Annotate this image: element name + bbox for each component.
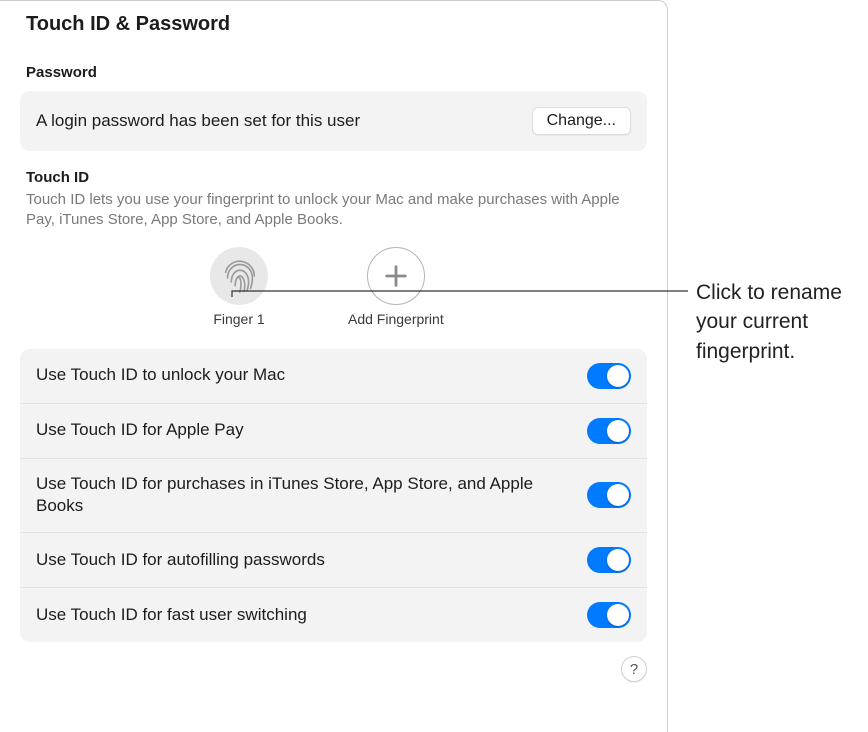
- toggle-unlock-mac[interactable]: [587, 363, 631, 389]
- add-fingerprint-label: Add Fingerprint: [348, 311, 444, 327]
- toggle-label: Use Touch ID to unlock your Mac: [36, 364, 301, 387]
- toggle-apple-pay[interactable]: [587, 418, 631, 444]
- password-section-label: Password: [20, 64, 647, 81]
- toggle-label: Use Touch ID for autofilling passwords: [36, 549, 341, 572]
- plus-icon: [367, 247, 425, 305]
- toggle-label: Use Touch ID for Apple Pay: [36, 419, 260, 442]
- finger1-label: Finger 1: [213, 311, 264, 327]
- toggle-label: Use Touch ID for fast user switching: [36, 604, 323, 627]
- toggle-row-purchases: Use Touch ID for purchases in iTunes Sto…: [20, 459, 647, 534]
- toggle-row-fast-user-switching: Use Touch ID for fast user switching: [20, 588, 647, 642]
- touchid-section-title: Touch ID: [26, 169, 647, 186]
- fingerprint-icon: [210, 247, 268, 305]
- help-footer: ?: [20, 656, 647, 682]
- toggle-row-unlock-mac: Use Touch ID to unlock your Mac: [20, 349, 647, 404]
- touchid-description: Touch ID lets you use your fingerprint t…: [20, 190, 647, 231]
- annotation-text: Click to rename your current fingerprint…: [696, 278, 856, 366]
- toggle-fast-user-switching[interactable]: [587, 602, 631, 628]
- add-fingerprint-button[interactable]: Add Fingerprint: [348, 247, 444, 327]
- touchid-toggle-card: Use Touch ID to unlock your Mac Use Touc…: [20, 349, 647, 643]
- fingerprint-finger1[interactable]: Finger 1: [210, 247, 268, 327]
- toggle-row-apple-pay: Use Touch ID for Apple Pay: [20, 404, 647, 459]
- page-title: Touch ID & Password: [20, 13, 647, 36]
- toggle-purchases[interactable]: [587, 482, 631, 508]
- fingerprint-row: Finger 1 Add Fingerprint: [20, 247, 647, 327]
- help-button[interactable]: ?: [621, 656, 647, 682]
- touchid-header: Touch ID: [20, 169, 647, 186]
- toggle-autofill[interactable]: [587, 547, 631, 573]
- touchid-password-pane: Touch ID & Password Password A login pas…: [0, 0, 668, 732]
- toggle-row-autofill: Use Touch ID for autofilling passwords: [20, 533, 647, 588]
- password-row: A login password has been set for this u…: [36, 107, 631, 135]
- plus-svg-icon: [382, 262, 410, 290]
- password-status-text: A login password has been set for this u…: [36, 111, 360, 131]
- password-card: A login password has been set for this u…: [20, 91, 647, 151]
- fingerprint-svg-icon: [216, 253, 262, 299]
- toggle-label: Use Touch ID for purchases in iTunes Sto…: [36, 473, 587, 519]
- change-password-button[interactable]: Change...: [532, 107, 631, 135]
